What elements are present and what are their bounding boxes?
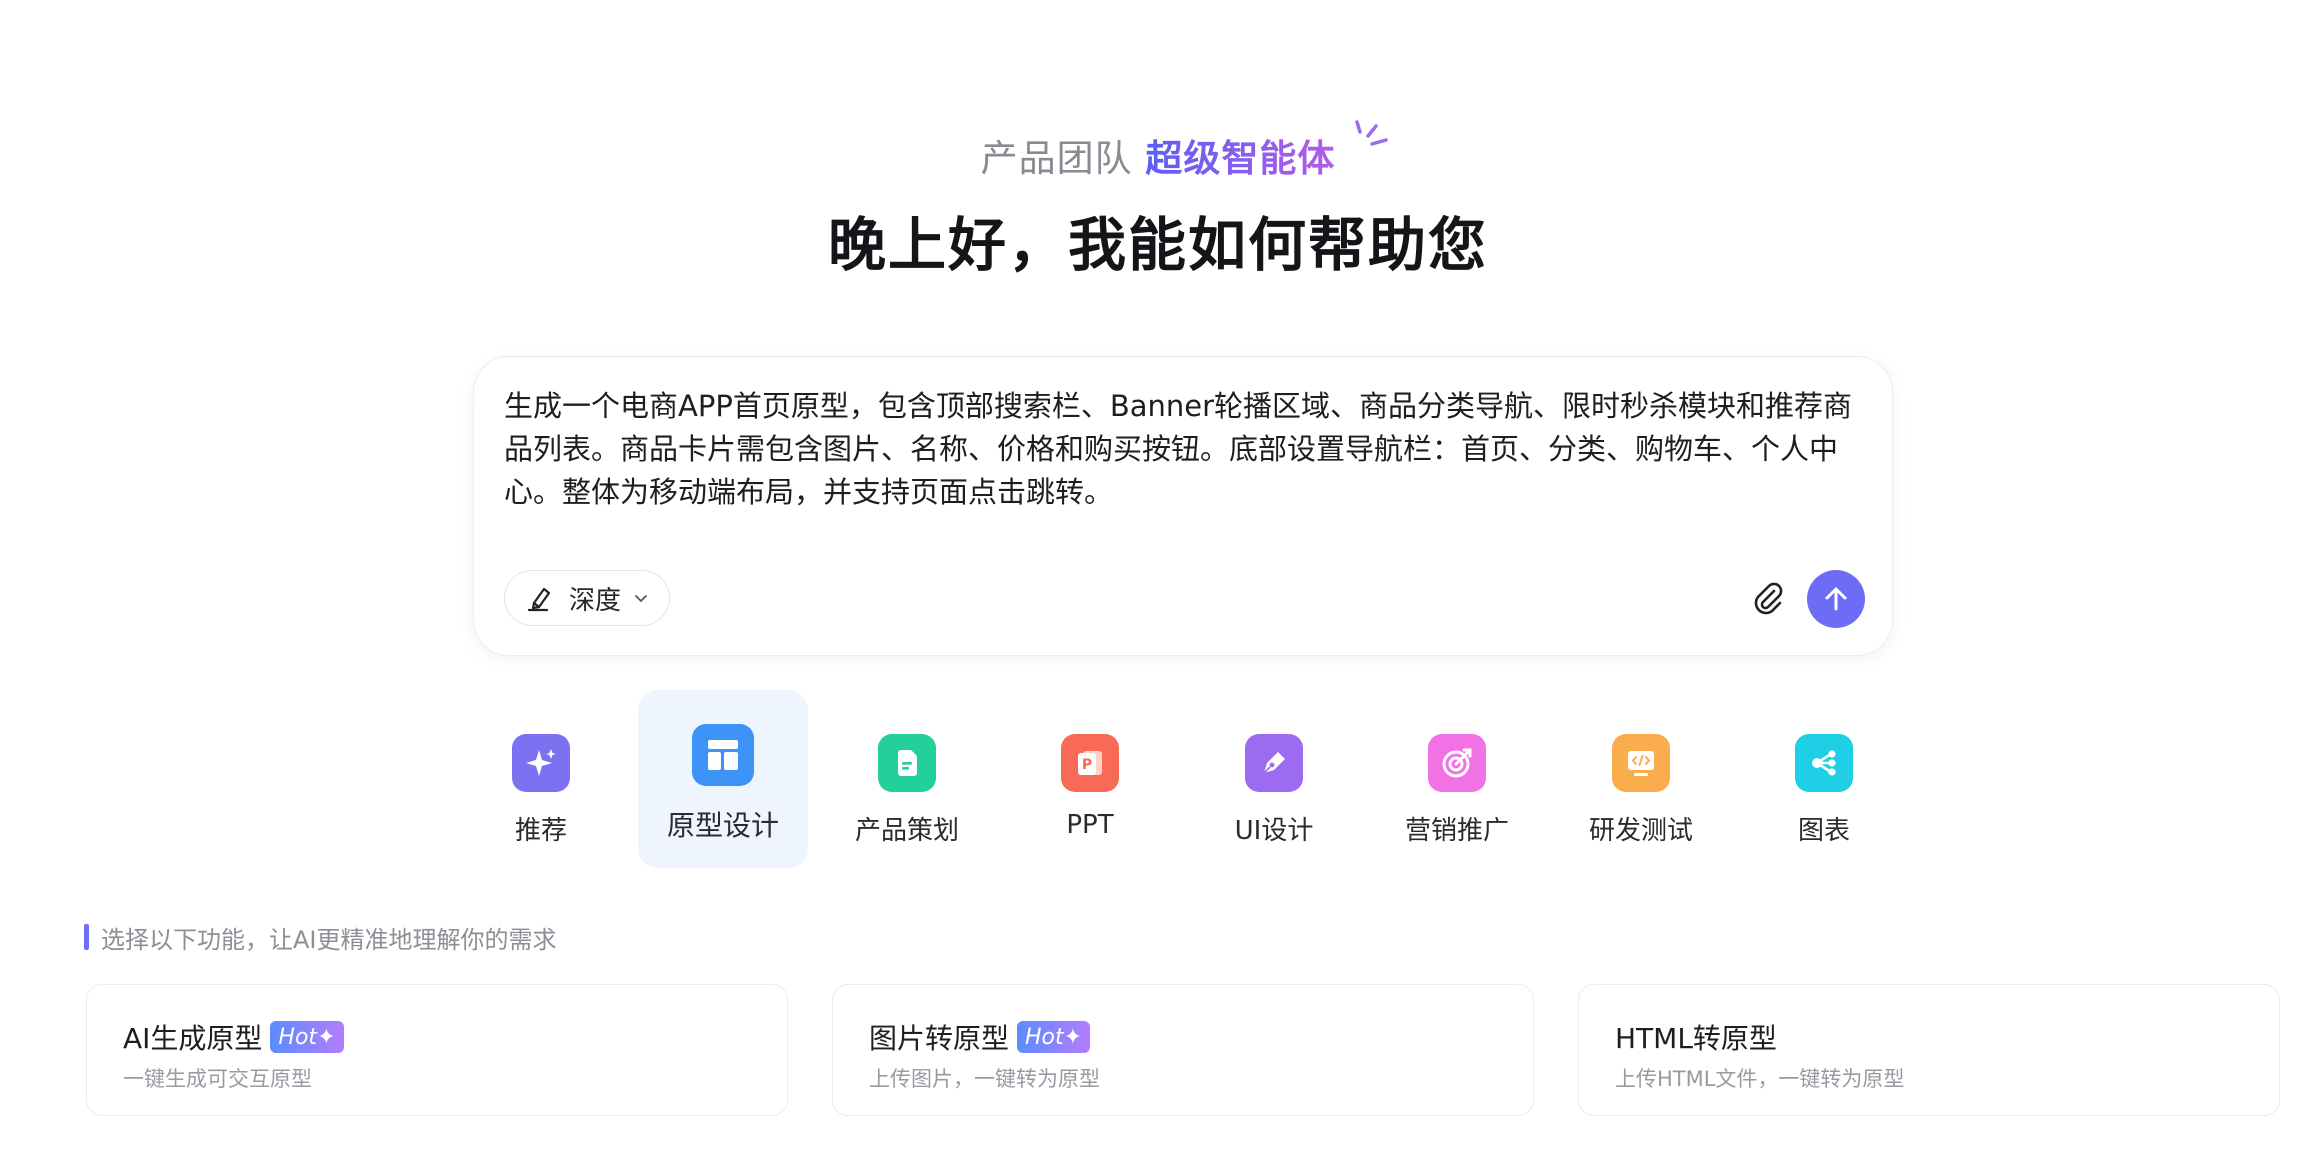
sparkle-decoration-icon: [1355, 120, 1388, 146]
feature-card-ai-prototype[interactable]: AI生成原型 Hot ✦ 一键生成可交互原型: [86, 984, 788, 1116]
code-icon: [1612, 734, 1670, 792]
feature-title-row: 图片转原型 Hot ✦: [869, 1017, 1091, 1057]
tab-prototype-design[interactable]: 原型设计: [638, 690, 808, 868]
ppt-icon: P: [1061, 734, 1119, 792]
tab-label: PPT: [1066, 810, 1114, 840]
document-icon: [878, 734, 936, 792]
attach-icon[interactable]: [1749, 579, 1787, 617]
feature-title-row: HTML转原型: [1615, 1017, 1777, 1057]
hint-text: 选择以下功能，让AI更精准地理解你的需求: [101, 925, 557, 954]
send-button[interactable]: [1807, 570, 1865, 628]
feature-card-html-to-prototype[interactable]: HTML转原型 上传HTML文件，一键转为原型: [1578, 984, 2280, 1116]
pen-icon: [1245, 734, 1303, 792]
hot-badge: Hot ✦: [1017, 1021, 1091, 1053]
tab-label: 原型设计: [666, 809, 779, 842]
feature-desc: 上传HTML文件，一键转为原型: [1615, 1067, 1905, 1091]
tab-recommend[interactable]: 推荐: [456, 690, 626, 868]
share-nodes-icon: [1795, 734, 1853, 792]
feature-title: 图片转原型: [869, 1022, 1010, 1055]
hot-badge: Hot ✦: [270, 1021, 344, 1053]
category-tabs: 推荐 原型设计 产品策划 P PPT UI设计 营销推广 研发测试 图表: [0, 690, 2316, 870]
tab-label: UI设计: [1234, 816, 1314, 846]
chevron-down-icon: [635, 595, 647, 603]
feature-desc: 一键生成可交互原型: [123, 1067, 312, 1091]
tab-ui-design[interactable]: UI设计: [1189, 690, 1359, 868]
feature-title: HTML转原型: [1615, 1022, 1777, 1055]
tab-product-planning[interactable]: 产品策划: [822, 690, 992, 868]
page-title: 晚上好，我能如何帮助您: [827, 211, 1488, 279]
hint-accent-bar: [84, 924, 89, 950]
team-label: 产品团队: [980, 137, 1133, 180]
tab-label: 产品策划: [854, 816, 959, 846]
sparkle-icon: [512, 734, 570, 792]
layout-icon: [692, 724, 754, 786]
feature-hint: 选择以下功能，让AI更精准地理解你的需求: [84, 924, 557, 954]
target-icon: [1428, 734, 1486, 792]
tab-ppt[interactable]: P PPT: [1005, 690, 1175, 868]
tab-marketing[interactable]: 营销推广: [1372, 690, 1542, 868]
arrow-up-icon: [1825, 587, 1847, 611]
tab-label: 图表: [1797, 816, 1850, 846]
prompt-input[interactable]: 生成一个电商APP首页原型，包含顶部搜索栏、Banner轮播区域、商品分类导航、…: [504, 385, 1874, 514]
feature-title: AI生成原型: [123, 1022, 263, 1055]
tab-rnd-testing[interactable]: 研发测试: [1556, 690, 1726, 868]
tab-label: 推荐: [514, 816, 567, 846]
feature-card-image-to-prototype[interactable]: 图片转原型 Hot ✦ 上传图片，一键转为原型: [832, 984, 1534, 1116]
mode-label: 深度: [569, 585, 622, 616]
tab-label: 研发测试: [1588, 816, 1693, 846]
feature-desc: 上传图片，一键转为原型: [869, 1067, 1100, 1091]
mode-select[interactable]: 深度: [504, 570, 670, 626]
hero-subtitle: 产品团队 超级智能体: [0, 128, 2316, 182]
prompt-box[interactable]: 生成一个电商APP首页原型，包含顶部搜索栏、Banner轮播区域、商品分类导航、…: [473, 356, 1893, 656]
agent-label: 超级智能体: [1145, 137, 1336, 180]
tab-charts[interactable]: 图表: [1739, 690, 1909, 868]
feature-title-row: AI生成原型 Hot ✦: [123, 1017, 344, 1057]
svg-text:P: P: [1082, 757, 1092, 773]
writing-hand-icon: [527, 587, 551, 612]
tab-label: 营销推广: [1404, 816, 1509, 846]
